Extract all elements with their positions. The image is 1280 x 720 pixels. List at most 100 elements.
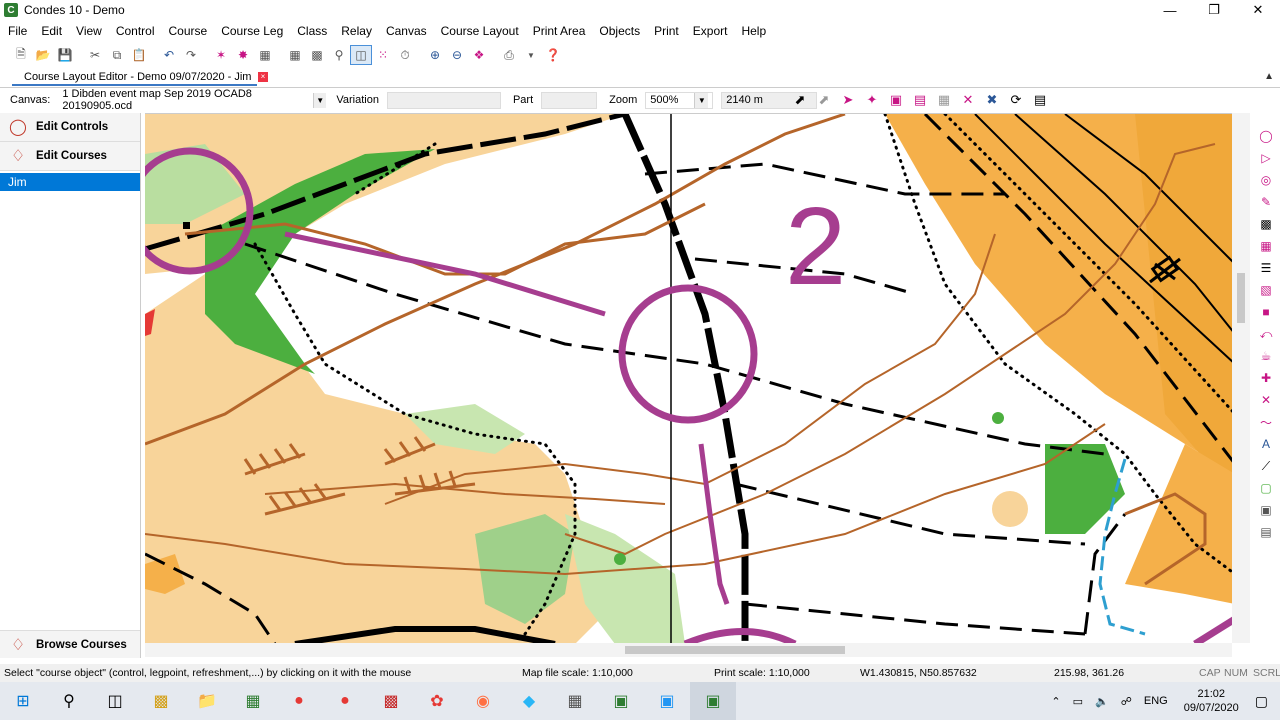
out-of-bounds-icon[interactable]: ▧	[1260, 279, 1271, 301]
spreadsheet-icon[interactable]: ▦	[230, 682, 276, 720]
tab-menu-arrow-icon[interactable]: ▲	[1264, 71, 1274, 82]
chevron-down-icon[interactable]: ▼	[694, 92, 709, 108]
gap-tool-icon[interactable]: ✖	[980, 90, 1004, 110]
menu-file[interactable]: File	[0, 24, 33, 38]
control-number-label[interactable]: 2	[785, 185, 846, 308]
ruler-tool-icon[interactable]: ▤	[1260, 521, 1271, 543]
firefox-icon[interactable]: ◉	[460, 682, 506, 720]
redo-icon[interactable]: ↷	[180, 45, 202, 65]
scatter-icon[interactable]: ⁙	[372, 45, 394, 65]
edit-courses-button[interactable]: ♢ Edit Courses	[0, 142, 140, 171]
slash-tool-icon[interactable]: ⟋	[1262, 455, 1270, 477]
menu-edit[interactable]: Edit	[33, 24, 68, 38]
close-tab-icon[interactable]: ×	[258, 72, 268, 82]
bars-tool-icon[interactable]: ☰	[1261, 257, 1272, 279]
vertical-scroll-thumb[interactable]	[1237, 273, 1245, 323]
course-item-jim[interactable]: Jim	[0, 173, 140, 191]
explorer-shortcut-icon[interactable]: ▩	[138, 682, 184, 720]
finish-tool-icon[interactable]: ◎	[1261, 169, 1271, 191]
tab-course-layout-editor[interactable]: Course Layout Editor - Demo 09/07/2020 -…	[12, 70, 258, 86]
condes-app-icon[interactable]: ▣	[598, 682, 644, 720]
first-aid-icon[interactable]: ✚	[1261, 367, 1271, 389]
search-icon[interactable]: ⚲	[46, 682, 92, 720]
notifications-icon[interactable]: ▢	[1255, 693, 1268, 710]
clock[interactable]: 21:02 09/07/2020	[1184, 687, 1239, 715]
multi-select-icon[interactable]: ➤	[836, 90, 860, 110]
horizontal-scroll-thumb[interactable]	[625, 646, 845, 654]
folder-icon[interactable]: 📁	[184, 682, 230, 720]
battery-icon[interactable]: ▭	[1073, 695, 1083, 708]
cut-icon[interactable]: ✂	[84, 45, 106, 65]
select-arrow-icon[interactable]: ⬈	[788, 90, 812, 110]
control-tool-icon[interactable]: ◯	[1259, 125, 1272, 147]
condes-active-icon[interactable]: ▣	[690, 682, 736, 720]
timer-icon[interactable]: ⏱	[394, 45, 416, 65]
task-view-icon[interactable]: ◫	[92, 682, 138, 720]
print-dropdown-icon[interactable]: ▼	[520, 45, 542, 65]
close-button[interactable]: ✕	[1236, 0, 1280, 20]
app-red-2-icon[interactable]: ●	[322, 682, 368, 720]
help-icon[interactable]: ❓	[542, 45, 564, 65]
canvas-select[interactable]: 1 Dibden event map Sep 2019 OCAD8 201909…	[58, 88, 330, 112]
cut-line-icon[interactable]: ✕	[956, 90, 980, 110]
edit-controls-button[interactable]: ◯ Edit Controls	[0, 113, 140, 142]
layout-tool-2-icon[interactable]: ▤	[908, 90, 932, 110]
orienteering-map[interactable]: 2	[145, 114, 1250, 643]
menu-course[interactable]: Course	[161, 24, 214, 38]
frame-tool-icon[interactable]: ▢	[1260, 477, 1271, 499]
zoom-in-icon[interactable]: ⊕	[424, 45, 446, 65]
volume-icon[interactable]: 🔈	[1095, 695, 1109, 708]
part-select[interactable]	[541, 91, 598, 109]
pdf-icon[interactable]: ▩	[368, 682, 414, 720]
cross-tool-icon[interactable]: ✕	[1261, 389, 1271, 411]
menu-view[interactable]: View	[68, 24, 108, 38]
windows-start-icon[interactable]: ⊞	[0, 682, 46, 720]
move-tool-icon[interactable]: ✦	[860, 90, 884, 110]
app-blue-icon[interactable]: ◆	[506, 682, 552, 720]
layout-mode-icon[interactable]: ◫	[350, 45, 372, 65]
camera-app-icon[interactable]: ▣	[644, 682, 690, 720]
network-icon[interactable]: ☍	[1121, 695, 1132, 708]
menu-class[interactable]: Class	[289, 24, 333, 38]
app-red-3-icon[interactable]: ✿	[414, 682, 460, 720]
menu-control[interactable]: Control	[108, 24, 161, 38]
control-group-icon[interactable]: ✸	[232, 45, 254, 65]
layout-tool-3-icon[interactable]: ▦	[932, 90, 956, 110]
ruler-icon[interactable]: ▤	[1028, 90, 1052, 110]
menu-canvas[interactable]: Canvas	[378, 24, 433, 38]
controls-icon[interactable]: ✶	[210, 45, 232, 65]
menu-print-area[interactable]: Print Area	[525, 24, 592, 38]
menu-course-layout[interactable]: Course Layout	[433, 24, 525, 38]
zigzag-tool-icon[interactable]: 〜	[1260, 411, 1272, 433]
chevron-up-icon[interactable]: ⌃	[1051, 695, 1060, 708]
start-tool-icon[interactable]: ▷	[1261, 147, 1270, 169]
paste-icon[interactable]: 📋	[128, 45, 150, 65]
text-tool-icon[interactable]: A	[1262, 433, 1270, 455]
layout-tool-icon[interactable]: ▣	[884, 90, 908, 110]
menu-relay[interactable]: Relay	[333, 24, 378, 38]
calendar-app-icon[interactable]: ▦	[552, 682, 598, 720]
zoom-out-icon[interactable]: ⊖	[446, 45, 468, 65]
print-icon[interactable]: ⎙	[498, 45, 520, 65]
course-list-icon[interactable]: ▦	[254, 45, 276, 65]
menu-export[interactable]: Export	[685, 24, 734, 38]
language-indicator[interactable]: ENG	[1144, 695, 1168, 707]
rotate-icon[interactable]: ⟳	[1004, 90, 1028, 110]
menu-help[interactable]: Help	[733, 24, 772, 38]
black-box-icon[interactable]: ▩	[1260, 213, 1271, 235]
line-tool-icon[interactable]: ⤺	[1260, 323, 1273, 345]
image-tool-icon[interactable]: ▣	[1260, 499, 1271, 521]
menu-course-leg[interactable]: Course Leg	[213, 24, 289, 38]
open-folder-icon[interactable]: 📂	[32, 45, 54, 65]
horizontal-scrollbar[interactable]	[145, 643, 1232, 657]
menu-objects[interactable]: Objects	[591, 24, 646, 38]
grid-icon[interactable]: ▦	[284, 45, 306, 65]
zoom-fit-icon[interactable]: ❖	[468, 45, 490, 65]
browse-courses-button[interactable]: ♢ Browse Courses	[0, 630, 140, 658]
cup-tool-icon[interactable]: ☕	[1261, 345, 1272, 367]
zoom-select[interactable]: 500% ▼	[645, 91, 714, 109]
save-icon[interactable]: 💾	[54, 45, 76, 65]
minimize-button[interactable]: —	[1148, 0, 1192, 20]
new-file-icon[interactable]: 🗎	[10, 45, 32, 65]
vertical-scrollbar[interactable]	[1232, 113, 1250, 643]
